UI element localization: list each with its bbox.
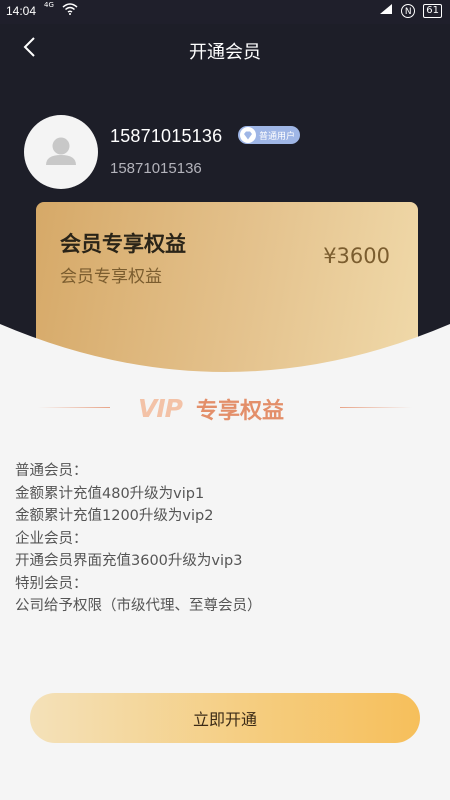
rule-line: 特别会员：	[15, 575, 88, 592]
user-level-badge: 普通用户	[238, 126, 300, 144]
page-title: 开通会员	[189, 42, 261, 63]
user-phone: 15871015136	[110, 126, 223, 146]
rule-line: 普通会员：	[15, 463, 88, 479]
divider-right	[340, 407, 412, 408]
avatar[interactable]	[24, 115, 98, 189]
rule-line: 金额累计充值1200升级为vip2	[15, 508, 214, 524]
user-icon	[46, 137, 76, 165]
status-right: N 61	[379, 3, 442, 18]
rule-line: 金额累计充值480升级为vip1	[15, 485, 205, 502]
divider-left	[38, 407, 110, 408]
user-account: 15871015136	[110, 160, 202, 177]
card-title: 会员专享权益	[60, 232, 186, 256]
rule-line: 企业会员：	[15, 530, 88, 547]
section-title-text: 专享权益	[196, 399, 285, 424]
status-bar: 14:04 4G N 61	[0, 0, 450, 24]
status-time: 14:04	[6, 4, 37, 18]
nav-bar: 开通会员	[0, 24, 450, 76]
diamond-icon	[240, 127, 256, 143]
wifi-icon	[62, 3, 78, 18]
open-membership-button[interactable]: 立即开通	[30, 693, 420, 743]
rule-line: 公司给予权限（市级代理、至尊会员）	[15, 598, 262, 614]
nfc-icon: N	[401, 3, 416, 18]
rule-line: 开通会员界面充值3600升级为vip3	[15, 553, 243, 569]
badge-label: 普通用户	[259, 131, 296, 142]
vip-logo: VIP	[138, 394, 183, 423]
card-price: ¥3600	[323, 244, 390, 268]
benefit-rules: 普通会员： 金额累计充值480升级为vip1 金额累计充值1200升级为vip2…	[15, 460, 435, 618]
signal-icon	[379, 3, 393, 18]
benefits-section-title: VIP 专享权益	[0, 390, 450, 426]
battery-icon: 61	[423, 3, 442, 18]
card-subtitle: 会员专享权益	[60, 267, 162, 287]
network-type: 4G	[44, 1, 54, 9]
